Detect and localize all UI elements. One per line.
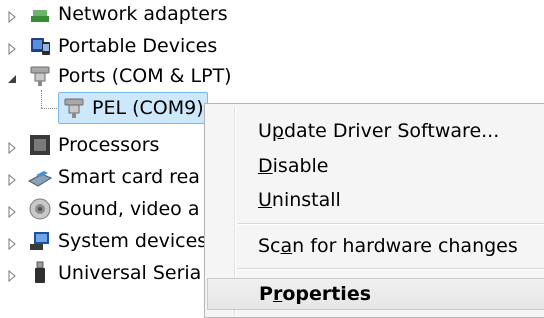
tree-item-usb[interactable]: Universal Seria (6, 258, 201, 288)
menu-item-label: Scan for hardware changes (258, 235, 518, 257)
menu-item-label: Properties (259, 283, 371, 305)
tree-item-portable-devices[interactable]: Portable Devices (6, 31, 217, 61)
tree-item-label: Universal Seria (58, 262, 202, 284)
usb-icon (28, 261, 52, 285)
collapse-arrow-icon[interactable] (6, 70, 18, 83)
menu-item-uninstall[interactable]: Uninstall (207, 184, 544, 216)
tree-item-sound-video[interactable]: Sound, video a (6, 194, 200, 224)
expand-arrow-icon[interactable] (6, 267, 18, 283)
port-icon (62, 96, 86, 120)
smart-card-reader-icon (28, 165, 52, 189)
menu-item-label: Uninstall (258, 189, 341, 211)
menu-label-text: isable (272, 155, 329, 177)
context-menu: Update Driver Software... Disable Uninst… (204, 103, 544, 318)
expand-arrow-icon[interactable] (6, 40, 18, 56)
menu-label-text: Sc (258, 235, 281, 257)
speaker-icon (28, 197, 52, 221)
port-icon (28, 64, 52, 88)
tree-item-label: Ports (COM & LPT) (58, 65, 232, 87)
menu-separator-highlight (238, 224, 544, 225)
menu-accelerator: p (271, 120, 284, 142)
menu-label-text: U (258, 120, 272, 142)
expand-arrow-icon[interactable] (6, 8, 18, 24)
processor-icon (28, 133, 52, 157)
network-adapter-icon (28, 2, 52, 26)
menu-item-label: Update Driver Software... (258, 120, 499, 142)
tree-item-network-adapters[interactable]: Network adapters (6, 0, 228, 29)
menu-label-text: operties (282, 283, 372, 305)
system-device-icon (28, 229, 52, 253)
tree-item-processors[interactable]: Processors (6, 130, 159, 160)
tree-item-label: Processors (58, 134, 160, 156)
menu-label-text: n for hardware changes (292, 235, 518, 257)
tree-item-label: Portable Devices (58, 35, 218, 57)
tree-item-label: Network adapters (58, 3, 228, 25)
menu-item-label: Disable (258, 155, 329, 177)
portable-device-icon (28, 34, 52, 58)
tree-item-label: System devices (58, 230, 208, 252)
tree-connector (41, 90, 42, 108)
expand-arrow-icon[interactable] (6, 139, 18, 155)
menu-separator-highlight (238, 269, 544, 270)
tree-item-label: Smart card rea (58, 166, 200, 188)
tree-item-pel-com9[interactable]: PEL (COM9) (62, 93, 204, 123)
menu-accelerator: U (258, 189, 272, 211)
tree-item-system-devices[interactable]: System devices (6, 226, 207, 256)
tree-item-label: Sound, video a (58, 198, 200, 220)
tree-item-smart-card-readers[interactable]: Smart card rea (6, 162, 200, 192)
expand-arrow-icon[interactable] (6, 171, 18, 187)
menu-item-update-driver[interactable]: Update Driver Software... (207, 115, 544, 147)
expand-arrow-icon[interactable] (6, 235, 18, 251)
menu-label-text: P (259, 283, 273, 305)
menu-item-scan-hardware[interactable]: Scan for hardware changes (207, 230, 544, 262)
menu-item-disable[interactable]: Disable (207, 150, 544, 182)
tree-item-label: PEL (COM9) (92, 97, 204, 119)
menu-label-text: date Driver Software... (283, 120, 500, 142)
menu-accelerator: D (258, 155, 273, 177)
tree-item-ports[interactable]: Ports (COM & LPT) (6, 61, 232, 91)
expand-arrow-icon[interactable] (6, 203, 18, 219)
menu-accelerator: a (280, 235, 293, 257)
menu-accelerator: r (272, 283, 283, 305)
menu-item-properties[interactable]: Properties (207, 278, 544, 310)
menu-label-text: ninstall (271, 189, 341, 211)
